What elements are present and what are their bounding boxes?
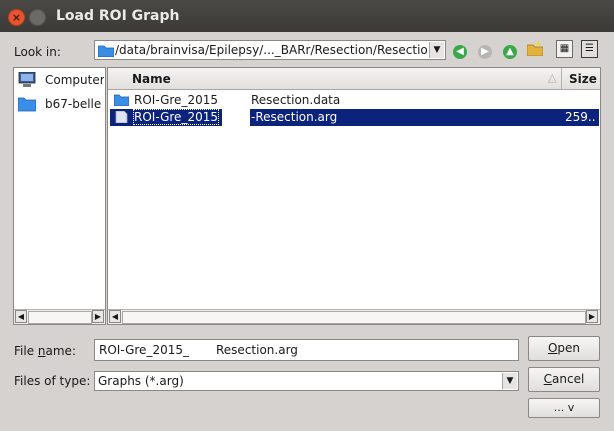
window-title: Load ROI Graph: [56, 8, 180, 24]
file-name-value-b: Resection.arg: [216, 343, 298, 357]
detail-view-icon: ☰: [585, 43, 594, 54]
detail-view-button[interactable]: ☰: [581, 40, 598, 58]
title-bar: × Load ROI Graph: [0, 0, 614, 32]
computer-icon: [18, 72, 36, 87]
scroll-right-icon[interactable]: ▶: [92, 310, 104, 323]
sidebar-panel: Computer b67-belle ◀ ▶: [13, 67, 106, 325]
list-view-icon: ▦: [559, 43, 570, 54]
scroll-right-icon[interactable]: ▶: [586, 310, 598, 323]
sidebar-item-b67-belle[interactable]: b67-belle: [18, 95, 104, 115]
look-in-path: /data/brainvisa/Epilepsy/..._BARr/Resect…: [115, 43, 427, 57]
file-row[interactable]: ROI-Gre_2015 Resection.data: [110, 92, 599, 109]
file-type-combobox[interactable]: Graphs (*.arg) ▼: [94, 371, 519, 391]
file-name-part-b: Resection.data: [251, 93, 341, 107]
scroll-left-icon[interactable]: ◀: [109, 310, 121, 323]
folder-icon: [18, 97, 36, 112]
cancel-button[interactable]: Cancel: [528, 367, 600, 392]
file-type-value: Graphs (*.arg): [98, 374, 184, 388]
file-name-input[interactable]: ROI-Gre_2015_ Resection.arg: [94, 339, 519, 361]
file-list-header: Name △ Size: [108, 68, 600, 90]
close-icon: ×: [11, 11, 22, 24]
sidebar-item-label: b67-belle: [45, 97, 102, 111]
folder-icon: [98, 45, 114, 57]
file-size: 259..: [565, 110, 596, 124]
file-name-value-a: ROI-Gre_2015_: [99, 343, 189, 357]
file-name-label: File name:: [14, 344, 76, 358]
sidebar-hscrollbar[interactable]: ◀ ▶: [14, 309, 105, 324]
new-folder-icon: [526, 41, 544, 57]
open-button[interactable]: Open: [528, 336, 600, 361]
file-row-selected[interactable]: ROI-Gre_2015 -Resection.arg 259..: [110, 109, 599, 126]
sidebar-item-computer[interactable]: Computer: [18, 71, 104, 91]
file-type-label: Files of type:: [14, 374, 91, 388]
chevron-down-icon[interactable]: ▼: [502, 373, 517, 389]
parent-directory-button[interactable]: ▲: [501, 41, 519, 59]
minimize-window-button[interactable]: [29, 9, 46, 26]
column-header-size[interactable]: Size: [569, 72, 597, 86]
file-name-part-b: -Resection.arg: [251, 110, 338, 124]
look-in-combobox[interactable]: /data/brainvisa/Epilepsy/..._BARr/Resect…: [94, 40, 446, 60]
scroll-thumb[interactable]: [28, 311, 92, 324]
sort-indicator-icon: △: [548, 71, 557, 84]
arrow-left-icon: ◀: [453, 45, 467, 59]
new-folder-button[interactable]: [526, 41, 544, 59]
chevron-down-icon[interactable]: ▼: [429, 42, 444, 58]
file-name-part-a: ROI-Gre_2015: [133, 109, 219, 125]
close-window-button[interactable]: ×: [8, 9, 25, 26]
folder-icon: [114, 94, 129, 106]
file-icon: [115, 111, 128, 123]
file-name-part-a: ROI-Gre_2015: [134, 93, 218, 107]
sidebar-item-label: Computer: [45, 73, 104, 87]
back-button[interactable]: ◀: [451, 41, 469, 59]
scroll-thumb[interactable]: [122, 311, 586, 324]
arrow-up-icon: ▲: [503, 45, 517, 59]
list-view-button[interactable]: ▦: [556, 40, 573, 58]
file-list-panel: Name △ Size ROI-Gre_2015 Resection.data …: [107, 67, 601, 325]
more-options-button[interactable]: ... v: [528, 398, 600, 418]
column-header-name[interactable]: Name: [132, 72, 171, 86]
look-in-label: Look in:: [14, 45, 61, 59]
file-list-hscrollbar[interactable]: ◀ ▶: [108, 309, 600, 324]
arrow-right-icon: ▶: [478, 45, 492, 59]
scroll-left-icon[interactable]: ◀: [15, 310, 27, 323]
forward-button[interactable]: ▶: [476, 41, 494, 59]
